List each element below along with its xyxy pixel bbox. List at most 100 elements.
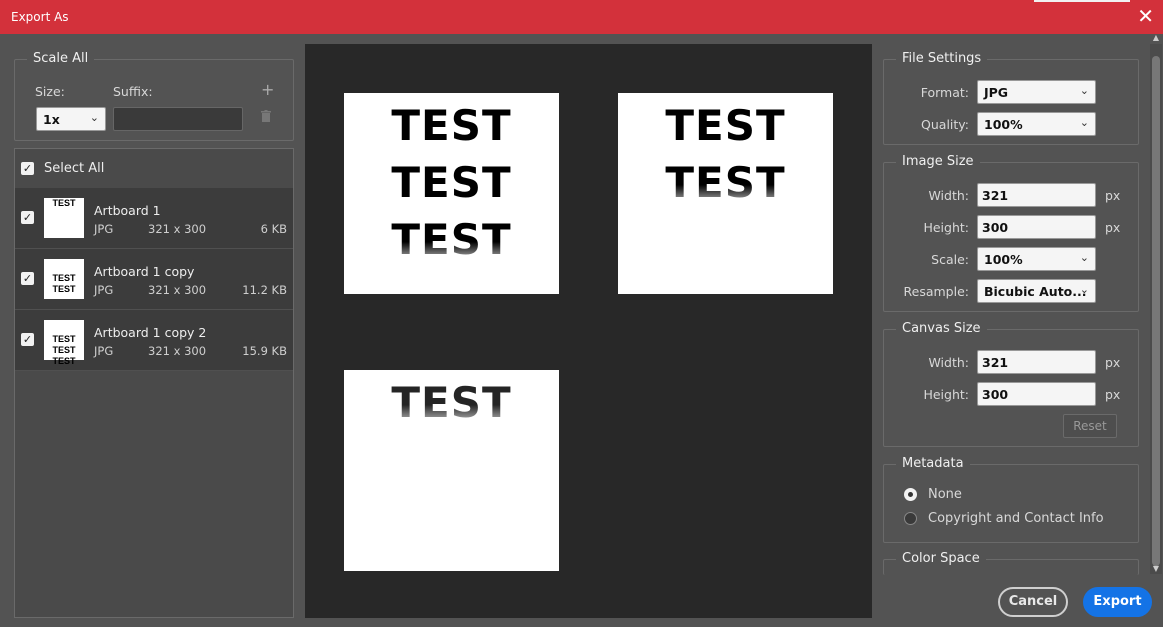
item-format: JPG: [94, 344, 114, 358]
artboard-list: ✓ Select All ✓ TEST Artboard 1 JPG 321 x…: [14, 148, 294, 618]
metadata-copyright-radio[interactable]: [904, 512, 917, 525]
scale-label: Scale:: [931, 252, 969, 267]
select-all-checkbox[interactable]: ✓: [21, 162, 34, 175]
height-unit: px: [1105, 387, 1121, 402]
chevron-down-icon: ⌄: [1079, 251, 1089, 264]
artboard-thumbnail: TEST TEST TEST: [44, 320, 84, 366]
list-item[interactable]: ✓ TEST TEST TEST Artboard 1 copy 2 JPG 3…: [15, 310, 293, 371]
item-format: JPG: [94, 283, 114, 297]
height-unit: px: [1105, 220, 1121, 235]
item-name: Artboard 1 copy: [94, 264, 195, 279]
chevron-down-icon: ⌄: [89, 111, 99, 124]
preview-area: TEST TEST TEST TEST TEST TEST: [305, 44, 872, 618]
chevron-down-icon: ⌄: [1079, 116, 1089, 129]
title-strip: [1034, 0, 1130, 2]
preview-text: TEST: [665, 158, 786, 207]
artboard-preview: TEST TEST: [618, 93, 833, 294]
preview-text: TEST: [665, 101, 786, 150]
metadata-copyright-label: Copyright and Contact Info: [928, 511, 1104, 526]
item-checkbox[interactable]: ✓: [21, 272, 34, 285]
window-title: Export As: [11, 10, 69, 24]
chevron-down-icon: ⌄: [1079, 84, 1089, 97]
item-name: Artboard 1: [94, 203, 161, 218]
format-select[interactable]: JPG ⌄: [977, 80, 1096, 104]
select-all-row[interactable]: ✓ Select All: [15, 149, 293, 187]
item-dimensions: 321 x 300: [148, 222, 207, 236]
scale-select-value: 100%: [984, 252, 1023, 267]
canvas-size-legend: Canvas Size: [896, 321, 987, 336]
color-space-group: Color Space: [883, 551, 1139, 575]
scale-select[interactable]: 100% ⌄: [977, 247, 1096, 271]
list-item[interactable]: ✓ TEST Artboard 1 JPG 321 x 300 6 KB: [15, 188, 293, 249]
height-label: Height:: [923, 220, 969, 235]
scale-all-legend: Scale All: [27, 51, 95, 66]
color-space-legend: Color Space: [896, 551, 986, 566]
artboard-preview: TEST TEST TEST: [344, 93, 559, 294]
item-checkbox[interactable]: ✓: [21, 211, 34, 224]
item-dimensions: 321 x 300: [148, 283, 207, 297]
image-width-input[interactable]: 321: [977, 183, 1096, 207]
preview-text: TEST: [391, 378, 512, 427]
suffix-label: Suffix:: [113, 84, 153, 99]
format-select-value: JPG: [984, 85, 1009, 100]
canvas-width-input[interactable]: 321: [977, 350, 1096, 374]
width-label: Width:: [928, 355, 969, 370]
preview-text: TEST: [391, 158, 512, 207]
size-label: Size:: [35, 84, 65, 99]
item-format: JPG: [94, 222, 114, 236]
artboard-preview: TEST: [344, 370, 559, 571]
scroll-up-icon[interactable]: ▲: [1150, 33, 1162, 44]
quality-select-value: 100%: [984, 117, 1023, 132]
quality-select[interactable]: 100% ⌄: [977, 112, 1096, 136]
select-all-label: Select All: [44, 161, 105, 176]
scrollbar-thumb[interactable]: [1152, 56, 1160, 566]
file-settings-group: File Settings Format: JPG ⌄ Quality: 100…: [883, 51, 1139, 145]
metadata-none-radio[interactable]: [904, 488, 917, 501]
item-size: 6 KB: [260, 222, 287, 236]
thumb-text: TEST TEST: [52, 273, 76, 294]
width-unit: px: [1105, 188, 1121, 203]
list-item[interactable]: ✓ TEST TEST Artboard 1 copy JPG 321 x 30…: [15, 249, 293, 310]
add-scale-icon[interactable]: +: [261, 80, 274, 99]
item-name: Artboard 1 copy 2: [94, 325, 207, 340]
canvas-size-group: Canvas Size Width: 321 px Height: 300 px…: [883, 321, 1139, 447]
resample-select[interactable]: Bicubic Auto... ⌄: [977, 279, 1096, 303]
size-select[interactable]: 1x ⌄: [36, 107, 106, 131]
image-size-legend: Image Size: [896, 154, 980, 169]
canvas-height-input[interactable]: 300: [977, 382, 1096, 406]
metadata-legend: Metadata: [896, 456, 970, 471]
item-dimensions: 321 x 300: [148, 344, 207, 358]
artboard-thumbnail: TEST TEST: [44, 259, 84, 299]
height-label: Height:: [923, 387, 969, 402]
file-settings-legend: File Settings: [896, 51, 988, 66]
metadata-group: Metadata None Copyright and Contact Info: [883, 456, 1139, 543]
settings-scrollbar[interactable]: ▲ ▼: [1150, 33, 1162, 575]
close-icon[interactable]: ✕: [1137, 6, 1154, 26]
preview-text: TEST: [391, 101, 512, 150]
cancel-button[interactable]: Cancel: [998, 587, 1068, 617]
width-label: Width:: [928, 188, 969, 203]
thumb-text: TEST TEST TEST: [52, 334, 76, 366]
preview-text: TEST: [391, 215, 512, 264]
thumb-text: TEST: [52, 198, 76, 208]
suffix-input[interactable]: [113, 107, 243, 131]
item-checkbox[interactable]: ✓: [21, 333, 34, 346]
export-button[interactable]: Export: [1083, 587, 1152, 617]
title-bar: Export As ✕: [0, 0, 1163, 34]
width-unit: px: [1105, 355, 1121, 370]
item-size: 15.9 KB: [242, 344, 287, 358]
item-size: 11.2 KB: [242, 283, 287, 297]
image-height-input[interactable]: 300: [977, 215, 1096, 239]
metadata-none-label: None: [928, 487, 962, 502]
trash-icon[interactable]: [261, 110, 271, 122]
reset-button[interactable]: Reset: [1063, 414, 1117, 438]
resample-label: Resample:: [903, 284, 969, 299]
image-size-group: Image Size Width: 321 px Height: 300 px …: [883, 154, 1139, 312]
chevron-down-icon: ⌄: [1079, 283, 1089, 296]
resample-select-value: Bicubic Auto...: [984, 284, 1087, 299]
scroll-down-icon[interactable]: ▼: [1150, 564, 1162, 575]
quality-label: Quality:: [921, 117, 969, 132]
scale-all-group: Scale All Size: Suffix: + 1x ⌄: [14, 51, 294, 141]
format-label: Format:: [920, 85, 969, 100]
size-select-value: 1x: [43, 112, 60, 127]
